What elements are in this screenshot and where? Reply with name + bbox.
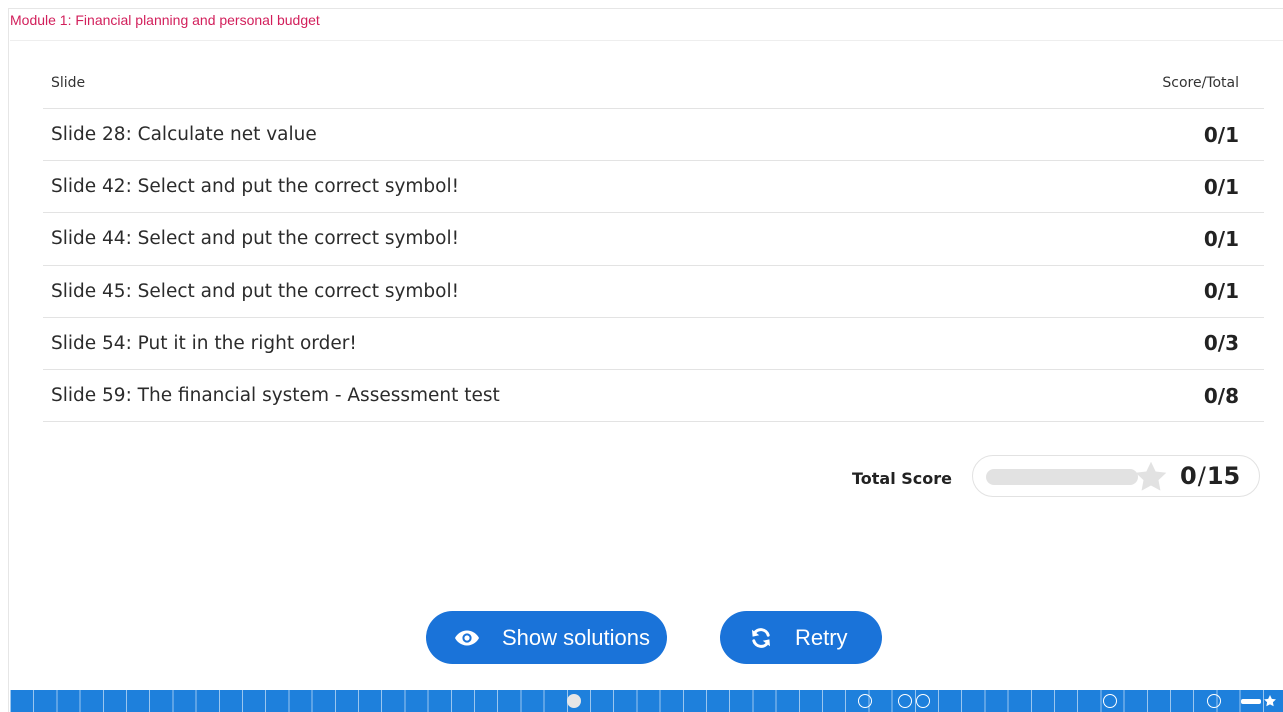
column-header-slide: Slide: [51, 75, 86, 91]
slide-task-marker[interactable]: [1207, 694, 1221, 708]
row-score: 0/1: [1203, 226, 1239, 251]
table-row: Slide 45: Select and put the correct sym…: [43, 266, 1264, 318]
total-score-bar: 0/15: [972, 455, 1261, 497]
total-score-earned: 0: [1180, 462, 1197, 490]
row-score: 0/1: [1203, 279, 1239, 304]
show-solutions-button[interactable]: Show solutions: [426, 611, 667, 664]
slide-task-marker[interactable]: [1103, 694, 1117, 708]
table-row: Slide 44: Select and put the correct sym…: [43, 213, 1264, 266]
slide-task-marker[interactable]: [898, 694, 912, 708]
summary-slide-marker[interactable]: [1241, 694, 1277, 708]
eye-icon: [455, 630, 479, 645]
current-slide-marker[interactable]: [567, 694, 581, 708]
table-row: Slide 28: Calculate net value 0/1: [43, 109, 1264, 162]
show-solutions-label: Show solutions: [502, 624, 650, 650]
slide-navigation-bar[interactable]: [10, 690, 1283, 712]
column-header-score: Score/Total: [1162, 75, 1239, 91]
table-row: Slide 59: The financial system - Assessm…: [43, 370, 1264, 423]
progress-dash: [1241, 698, 1261, 704]
table-row: Slide 42: Select and put the correct sym…: [43, 161, 1264, 214]
total-score-value: 0/15: [1180, 462, 1240, 490]
slide-task-marker[interactable]: [916, 694, 930, 708]
slide-task-marker[interactable]: [858, 694, 872, 708]
retry-icon: [752, 627, 770, 648]
table-header: Slide Score/Total: [43, 58, 1264, 109]
total-score-label: Total Score: [852, 468, 953, 488]
row-score: 0/3: [1203, 331, 1239, 356]
row-slide-title: Slide 28: Calculate net value: [51, 124, 317, 146]
module-title: Module 1: Financial planning and persona…: [10, 12, 320, 28]
row-slide-title: Slide 45: Select and put the correct sym…: [51, 280, 460, 302]
row-slide-title: Slide 44: Select and put the correct sym…: [51, 228, 460, 250]
row-slide-title: Slide 59: The financial system - Assessm…: [51, 385, 500, 407]
row-score: 0/1: [1203, 174, 1239, 199]
row-slide-title: Slide 54: Put it in the right order!: [51, 332, 357, 354]
row-score: 0/1: [1203, 122, 1239, 147]
star-icon: [1264, 695, 1276, 707]
score-progress-track: [986, 469, 1139, 485]
score-table: Slide Score/Total Slide 28: Calculate ne…: [43, 58, 1264, 423]
star-icon: [1135, 461, 1167, 491]
retry-label: Retry: [795, 624, 848, 650]
total-score-max: 15: [1206, 462, 1241, 490]
retry-button[interactable]: Retry: [720, 611, 882, 664]
table-row: Slide 54: Put it in the right order! 0/3: [43, 318, 1264, 370]
row-slide-title: Slide 42: Select and put the correct sym…: [51, 176, 460, 198]
total-score-separator: /: [1197, 462, 1206, 490]
total-score-section: Total Score 0/15: [852, 455, 1261, 497]
header-divider: [10, 40, 1283, 41]
row-score: 0/8: [1203, 383, 1239, 408]
